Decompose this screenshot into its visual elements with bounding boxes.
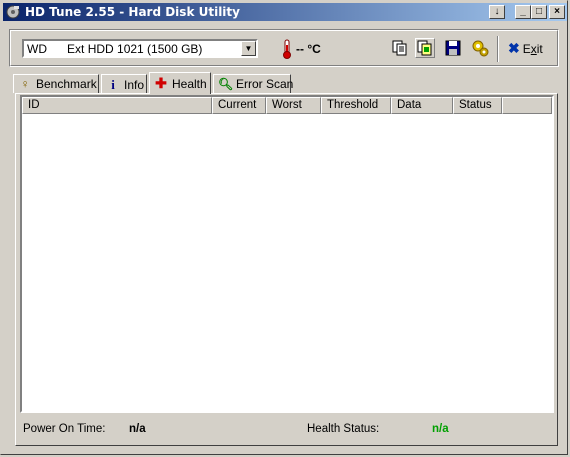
- tab-health[interactable]: ✚ Health: [149, 72, 211, 94]
- tab-benchmark[interactable]: ♀ Benchmark: [13, 74, 99, 93]
- exit-label: Exit: [522, 42, 543, 56]
- benchmark-icon: ♀: [20, 77, 30, 91]
- tab-info[interactable]: i Info: [101, 74, 147, 93]
- power-on-time-value: n/a: [129, 423, 146, 435]
- column-header-threshold[interactable]: Threshold: [321, 97, 391, 114]
- column-header-filler: [502, 97, 552, 114]
- toolbar-separator: [497, 36, 499, 62]
- exit-button[interactable]: ✖ Exit: [508, 40, 543, 58]
- error-scan-icon: 🔍︎: [218, 77, 234, 91]
- column-header-worst[interactable]: Worst: [266, 97, 321, 114]
- drive-select[interactable]: WD Ext HDD 1021 (1500 GB) ▼: [22, 39, 258, 58]
- health-table[interactable]: ID Current Worst Threshold Data Status: [20, 95, 554, 413]
- drive-select-value: WD Ext HDD 1021 (1500 GB): [27, 42, 203, 56]
- close-button[interactable]: ×: [549, 5, 565, 19]
- toolbar: WD Ext HDD 1021 (1500 GB) ▼ -- °C ✖ Exit: [9, 29, 559, 67]
- down-arrow-button[interactable]: ↓: [489, 5, 505, 19]
- save-icon[interactable]: [443, 38, 463, 58]
- app-icon: [6, 5, 20, 19]
- thermometer-icon: [283, 39, 291, 59]
- exit-icon: ✖: [508, 40, 520, 56]
- title-bar[interactable]: HD Tune 2.55 - Hard Disk Utility ↓ _ □ ×: [3, 3, 567, 21]
- app-window: HD Tune 2.55 - Hard Disk Utility ↓ _ □ ×…: [0, 0, 568, 455]
- maximize-button[interactable]: □: [531, 5, 547, 19]
- tab-error-scan[interactable]: 🔍︎ Error Scan: [213, 74, 293, 93]
- power-on-time-label: Power On Time:: [23, 423, 106, 435]
- drive-dropdown-button[interactable]: ▼: [241, 41, 256, 56]
- window-title: HD Tune 2.55 - Hard Disk Utility: [25, 5, 240, 19]
- column-header-id[interactable]: ID: [22, 97, 212, 114]
- health-icon: ✚: [155, 75, 167, 91]
- column-header-status[interactable]: Status: [453, 97, 502, 114]
- info-icon: i: [111, 77, 115, 92]
- copy-all-icon[interactable]: [415, 38, 435, 58]
- health-status-value: n/a: [432, 423, 449, 435]
- options-icon[interactable]: [470, 38, 490, 58]
- copy-icon[interactable]: [390, 38, 410, 58]
- health-status-label: Health Status:: [307, 423, 380, 435]
- minimize-button[interactable]: _: [515, 5, 531, 19]
- column-header-current[interactable]: Current: [212, 97, 266, 114]
- column-header-data[interactable]: Data: [391, 97, 453, 114]
- temperature-readout: -- °C: [296, 42, 321, 56]
